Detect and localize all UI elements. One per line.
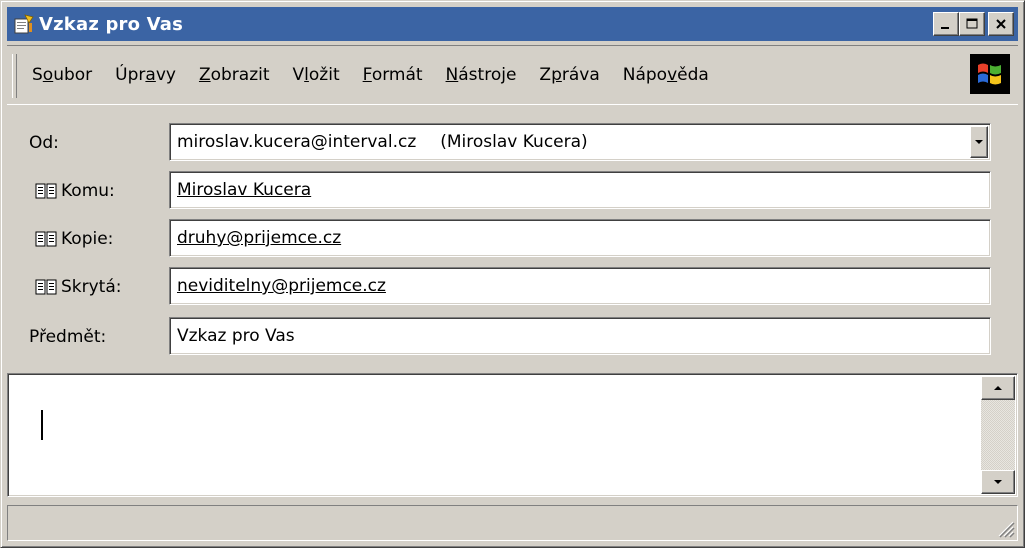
title-bar[interactable]: Vzkaz pro Vas (7, 7, 1018, 41)
to-label-button[interactable]: Komu: (35, 174, 115, 208)
window-title: Vzkaz pro Vas (39, 13, 184, 35)
minimize-button[interactable] (933, 12, 959, 36)
cc-recipient[interactable]: druhy@prijemce.cz (177, 228, 341, 248)
from-select[interactable]: miroslav.kucera@interval.cz (Miroslav Ku… (169, 123, 991, 161)
menu-bar: Soubor Úpravy Zobrazit Vložit Formát Nás… (7, 45, 1018, 105)
windows-logo-icon (970, 54, 1010, 94)
text-caret (41, 410, 43, 440)
to-field[interactable]: Miroslav Kucera (169, 171, 991, 209)
minimize-icon (941, 27, 949, 29)
status-bar (7, 505, 1018, 541)
vertical-scrollbar[interactable] (981, 376, 1015, 494)
menu-items: Soubor Úpravy Zobrazit Vložit Formát Nás… (25, 46, 725, 104)
subject-field[interactable]: Vzkaz pro Vas (169, 317, 991, 355)
scroll-up-button[interactable] (981, 376, 1015, 400)
address-book-icon (35, 183, 57, 199)
from-name: (Miroslav Kucera) (440, 132, 588, 152)
message-window: Vzkaz pro Vas Soubor Úpravy Zobrazit Vlo… (0, 0, 1025, 548)
close-button[interactable] (988, 12, 1014, 36)
menu-soubor[interactable]: Soubor (25, 65, 99, 85)
address-book-icon (35, 231, 57, 247)
menubar-grip[interactable] (12, 54, 17, 98)
from-email: miroslav.kucera@interval.cz (177, 132, 417, 152)
menu-napoveda[interactable]: Nápověda (616, 65, 716, 85)
menu-nastroje[interactable]: Nástroje (439, 65, 524, 85)
cc-field[interactable]: druhy@prijemce.cz (169, 219, 991, 257)
from-label: Od: (29, 133, 59, 153)
to-recipient[interactable]: Miroslav Kucera (177, 180, 311, 200)
from-dropdown-button[interactable] (970, 126, 988, 158)
bcc-label-button[interactable]: Skrytá: (35, 270, 122, 304)
cc-label-button[interactable]: Kopie: (35, 222, 113, 256)
chevron-down-icon (975, 140, 983, 144)
menu-upravy[interactable]: Úpravy (108, 65, 183, 85)
title-buttons (933, 12, 1014, 36)
new-message-icon (13, 13, 35, 35)
maximize-button[interactable] (959, 12, 985, 36)
address-book-icon (35, 279, 57, 295)
subject-value: Vzkaz pro Vas (177, 326, 295, 346)
arrow-up-icon (994, 386, 1002, 390)
scroll-down-button[interactable] (981, 470, 1015, 494)
menu-vlozit[interactable]: Vložit (286, 65, 347, 85)
bcc-recipient[interactable]: neviditelny@prijemce.cz (177, 276, 386, 296)
message-body-editor[interactable] (7, 373, 1018, 497)
menu-format[interactable]: Formát (356, 65, 430, 85)
arrow-down-icon (994, 480, 1002, 484)
menu-zprava[interactable]: Zpráva (532, 65, 606, 85)
bcc-field[interactable]: neviditelny@prijemce.cz (169, 267, 991, 305)
subject-label: Předmět: (29, 327, 107, 347)
resize-grip-icon[interactable] (993, 516, 1015, 538)
maximize-icon (966, 18, 978, 29)
close-icon (996, 19, 1006, 29)
menu-zobrazit[interactable]: Zobrazit (192, 65, 277, 85)
